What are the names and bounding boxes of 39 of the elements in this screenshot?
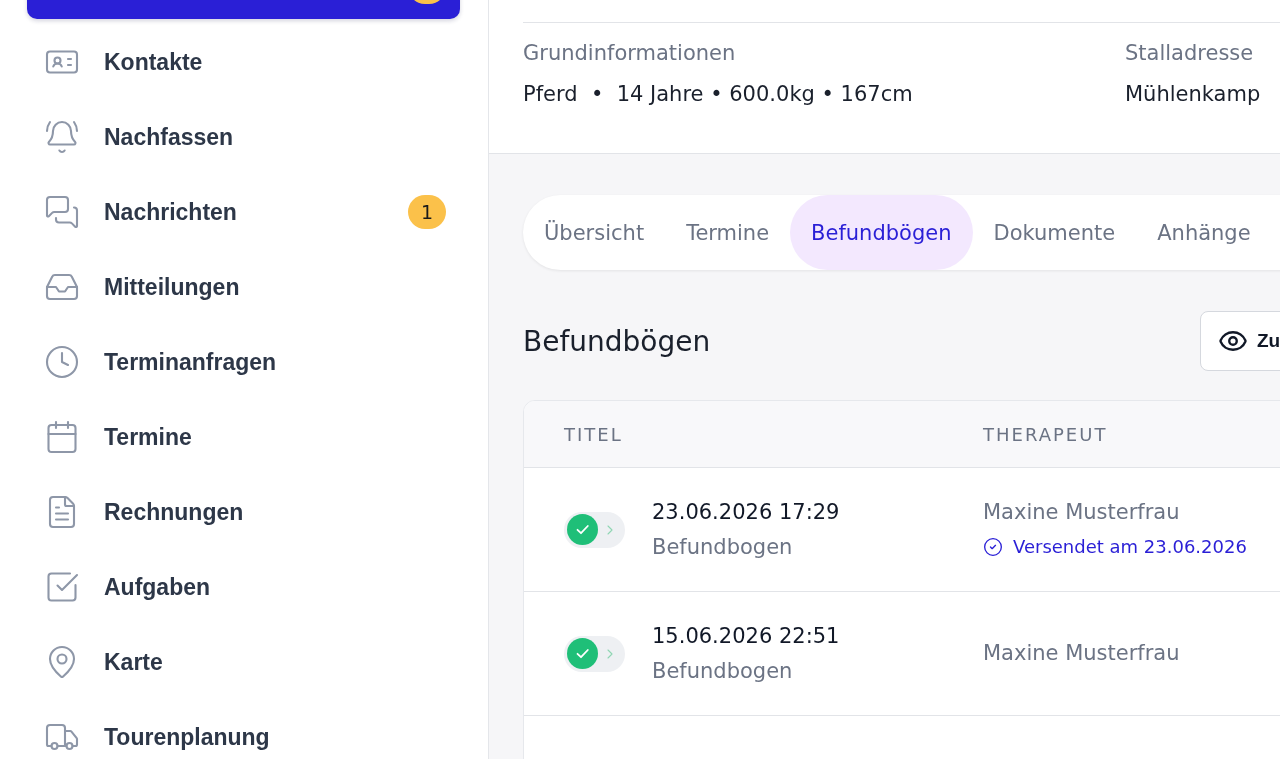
form-date: 23.06.2026 17:29 (652, 498, 840, 526)
field-value: Mühlenkamp (1125, 81, 1261, 108)
therapist-name: Maxine Musterfrau (983, 640, 1180, 667)
count-badge: 1 (408, 195, 446, 229)
field-label: Grundinformationen (523, 40, 736, 67)
section-title: Befundbögen (523, 324, 711, 358)
clock-icon (44, 344, 80, 380)
check-circle-icon (983, 537, 1003, 557)
tab[interactable]: Dokumente (972, 195, 1137, 270)
sent-status: Versendet am 23.06.2026 (1013, 535, 1247, 559)
status-toggle[interactable] (564, 511, 625, 548)
nav-item[interactable]: Terminanfragen (27, 330, 460, 394)
form-title: Befundbogen (652, 533, 793, 561)
tab[interactable]: Befundbögen (790, 195, 973, 270)
nav-item[interactable]: Tourenplanung (27, 705, 460, 759)
nav-item[interactable]: Rechnungen (27, 480, 460, 544)
nav-item[interactable]: Nachrichten 1 (27, 180, 460, 244)
nav-item[interactable]: Kontakte (27, 30, 460, 94)
bell-icon (44, 119, 80, 155)
view-button[interactable]: Zu (1200, 311, 1280, 371)
field-label: Stalladresse (1125, 40, 1254, 67)
form-title: Befundbogen (652, 657, 793, 685)
tab[interactable]: Übersicht (523, 195, 666, 270)
nav-item[interactable]: Karte (27, 630, 460, 694)
checkbox-icon (44, 569, 80, 605)
nav-item[interactable]: Termine (27, 405, 460, 469)
nav-item[interactable]: Mitteilungen (27, 255, 460, 319)
column-header: TITEL (564, 423, 623, 445)
therapist-name: Maxine Musterfrau (983, 499, 1180, 526)
column-header: THERAPEUT (983, 423, 1108, 445)
calendar-icon (44, 419, 80, 455)
tab[interactable]: Anhänge (1136, 195, 1272, 270)
tab[interactable]: Termine (665, 195, 791, 270)
nav-item[interactable]: Nachfassen (27, 105, 460, 169)
field-value: Pferd • 14 Jahre • 600.0kg • 167cm (523, 81, 913, 108)
chat-bubbles-icon (44, 194, 80, 230)
nav-item[interactable]: Aufgaben (27, 555, 460, 619)
status-toggle[interactable] (564, 635, 625, 672)
form-date: 15.06.2026 22:51 (652, 622, 840, 650)
